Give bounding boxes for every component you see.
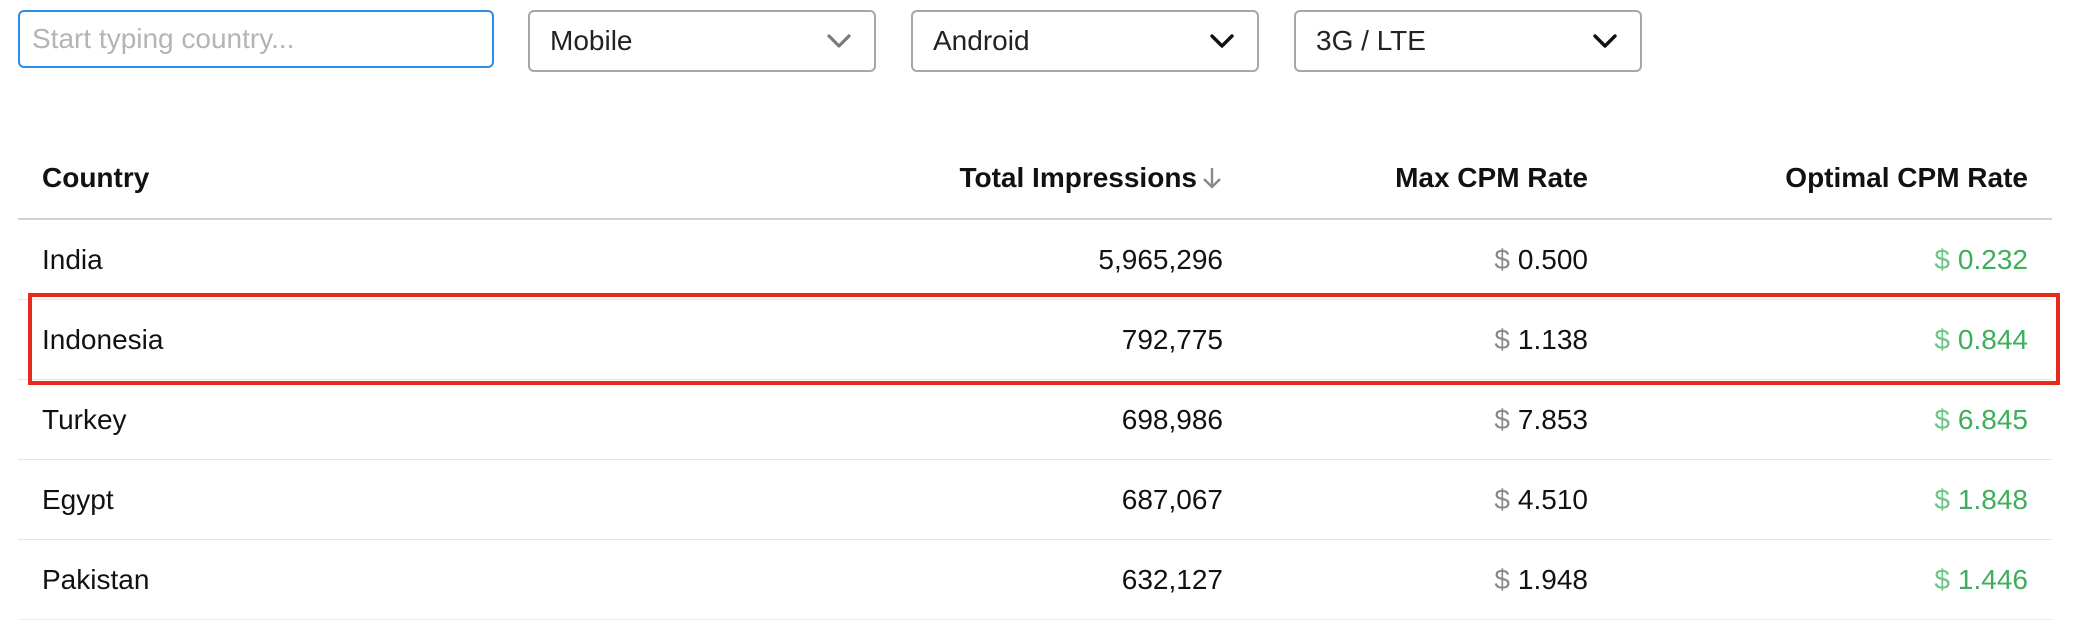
max-cpm-value: 1.948 [1517,564,1588,595]
impressions-cell: 632,127 [1121,564,1223,595]
table-row[interactable]: Egypt 687,067 $4.510 $1.848 [18,460,2052,540]
impressions-cell: 792,775 [1121,324,1223,355]
max-cpm-cell: $0.500 [1494,220,1588,300]
max-cpm-cell: $7.853 [1494,380,1588,460]
column-header-total-impressions[interactable]: Total Impressions [959,130,1223,226]
table-row[interactable]: Turkey 698,986 $7.853 $6.845 [18,380,2052,460]
chevron-down-icon [1593,34,1617,48]
currency-symbol: $ [1494,244,1510,275]
optimal-cpm-value: 0.844 [1957,324,2028,355]
optimal-cpm-value: 0.232 [1957,244,2028,275]
country-cell: Egypt [42,484,114,515]
country-cell: India [42,244,103,275]
os-select-value: Android [933,25,1030,56]
currency-symbol: $ [1934,484,1950,515]
currency-symbol: $ [1494,324,1510,355]
arrow-down-icon [1203,168,1221,189]
device-select[interactable]: Mobile [528,10,876,72]
network-select[interactable]: 3G / LTE [1294,10,1642,72]
optimal-cpm-cell: $6.845 [1934,380,2028,460]
country-cell: Indonesia [42,324,164,355]
currency-symbol: $ [1494,564,1510,595]
currency-symbol: $ [1494,484,1510,515]
chevron-down-icon [1210,34,1234,48]
table-row[interactable]: Pakistan 632,127 $1.948 $1.446 [18,540,2052,620]
chevron-down-icon [827,34,851,48]
optimal-cpm-value: 1.848 [1957,484,2028,515]
max-cpm-value: 4.510 [1517,484,1588,515]
device-select-value: Mobile [550,25,633,56]
column-header-max-cpm-rate[interactable]: Max CPM Rate [1395,130,1588,226]
page: Mobile Android 3G / LTE Country Total Im… [0,0,2078,626]
impressions-cell: 5,965,296 [1098,244,1223,275]
column-header-country[interactable]: Country [42,130,149,226]
currency-symbol: $ [1934,324,1950,355]
max-cpm-cell: $4.510 [1494,460,1588,540]
cpm-rates-table: Country Total Impressions Max CPM Rate O… [18,130,2052,620]
country-search-input[interactable] [18,10,494,68]
max-cpm-value: 1.138 [1517,324,1588,355]
table-header: Country Total Impressions Max CPM Rate O… [18,130,2052,220]
optimal-cpm-cell: $0.232 [1934,220,2028,300]
optimal-cpm-value: 1.446 [1957,564,2028,595]
max-cpm-cell: $1.138 [1494,300,1588,380]
optimal-cpm-cell: $0.844 [1934,300,2028,380]
currency-symbol: $ [1934,564,1950,595]
optimal-cpm-value: 6.845 [1957,404,2028,435]
os-select[interactable]: Android [911,10,1259,72]
table-row[interactable]: Indonesia 792,775 $1.138 $0.844 [18,300,2052,380]
network-select-value: 3G / LTE [1316,25,1426,56]
impressions-cell: 687,067 [1121,484,1223,515]
currency-symbol: $ [1934,404,1950,435]
optimal-cpm-cell: $1.446 [1934,540,2028,620]
table-body: India 5,965,296 $0.500 $0.232 Indonesia … [18,220,2052,620]
column-header-optimal-cpm-rate[interactable]: Optimal CPM Rate [1785,130,2028,226]
impressions-cell: 698,986 [1121,404,1223,435]
column-header-total-impressions-label: Total Impressions [959,162,1197,193]
optimal-cpm-cell: $1.848 [1934,460,2028,540]
max-cpm-cell: $1.948 [1494,540,1588,620]
max-cpm-value: 7.853 [1517,404,1588,435]
country-cell: Turkey [42,404,127,435]
table-row[interactable]: India 5,965,296 $0.500 $0.232 [18,220,2052,300]
country-cell: Pakistan [42,564,150,595]
currency-symbol: $ [1494,404,1510,435]
currency-symbol: $ [1934,244,1950,275]
max-cpm-value: 0.500 [1517,244,1588,275]
